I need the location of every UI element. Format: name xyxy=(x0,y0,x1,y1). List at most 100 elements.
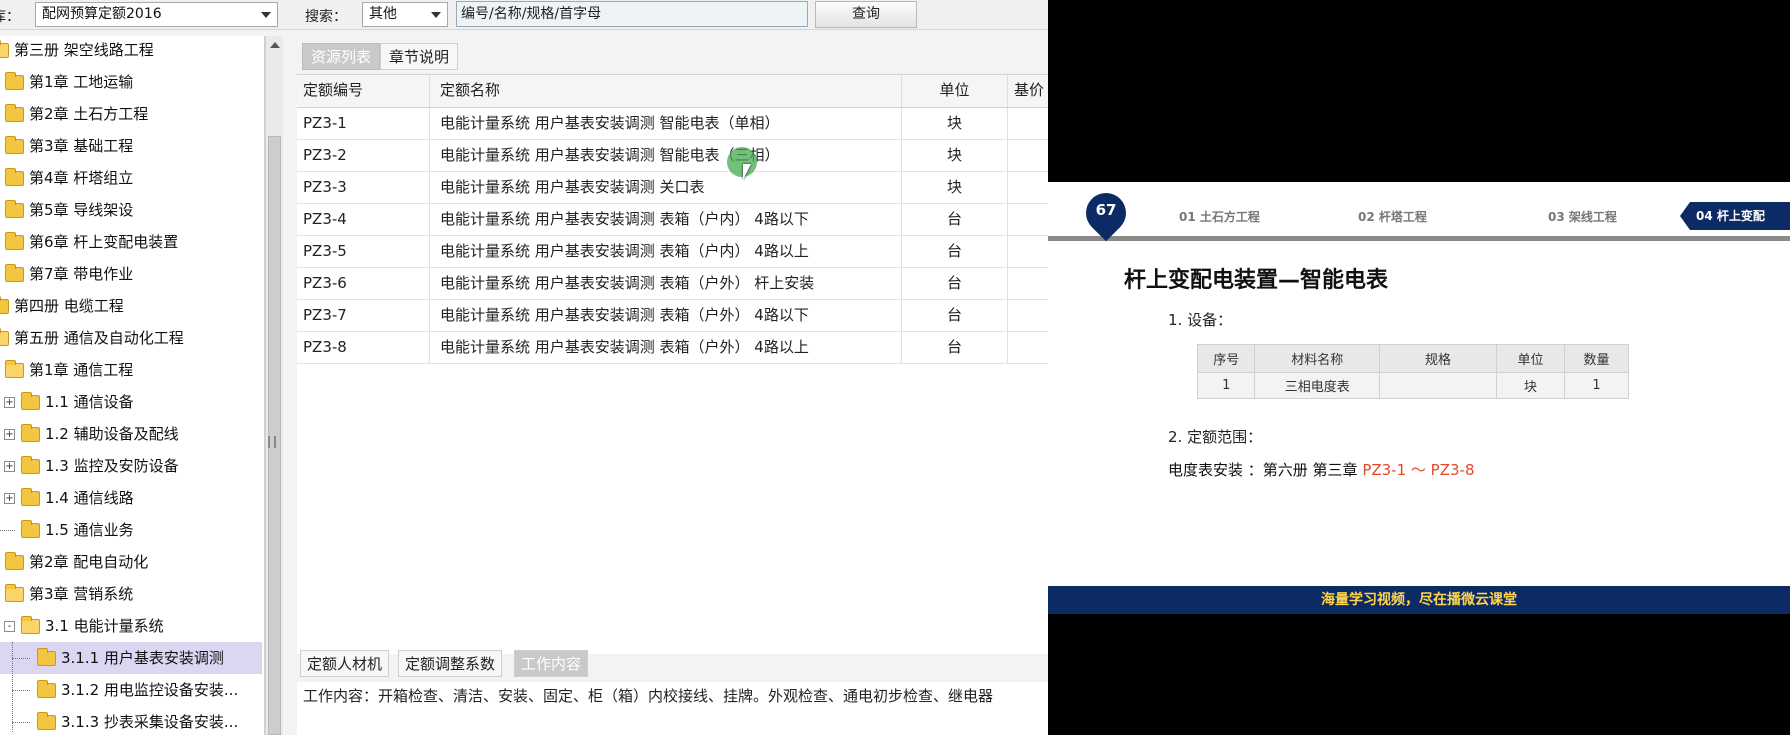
cell-price xyxy=(1008,268,1048,299)
search-input[interactable]: 编号/名称/规格/首字母 xyxy=(456,1,808,27)
tree-item[interactable]: +1.3 监控及安防设备 xyxy=(0,450,262,482)
table-row[interactable]: PZ3-6 电能计量系统 用户基表安装调测 表箱（户外） 杆上安装台 xyxy=(297,268,1048,300)
library-select-value: 配网预算定额2016 xyxy=(42,6,162,22)
budget-app-window: 库： 配网预算定额2016 搜索： 其他 编号/名称/规格/首字母 查询 第三册… xyxy=(0,0,1048,735)
tree-item[interactable]: 第四册 电缆工程 xyxy=(0,290,262,322)
col-material: 材料名称 xyxy=(1254,344,1380,373)
tab-quota-materials[interactable]: 定额人材机 xyxy=(300,650,390,677)
folder-icon xyxy=(21,520,40,538)
tree-item[interactable]: 第3章 基础工程 xyxy=(0,130,262,162)
table-row[interactable]: PZ3-1 电能计量系统 用户基表安装调测 智能电表（单相）块 xyxy=(297,108,1048,140)
cell-code: PZ3-8 xyxy=(297,332,430,363)
table-row[interactable]: PZ3-2 电能计量系统 用户基表安装调测 智能电表（三相）块 xyxy=(297,140,1048,172)
cell-unit: 台 xyxy=(902,268,1008,299)
tree-item[interactable]: 第4章 杆塔组立 xyxy=(0,162,262,194)
tab-resource-list[interactable]: 资源列表 xyxy=(302,43,381,70)
tree-item[interactable]: 第1章 通信工程 xyxy=(0,354,262,386)
cell-unit: 台 xyxy=(902,332,1008,363)
tree-item[interactable]: - 3.1 电能计量系统 xyxy=(0,610,262,642)
tree-item[interactable]: +1.2 辅助设备及配线 xyxy=(0,418,262,450)
tab-adjust-coefficients[interactable]: 定额调整系数 xyxy=(398,650,503,677)
folder-icon xyxy=(5,200,24,218)
tree-connector xyxy=(12,658,30,659)
tree-item-selected[interactable]: 3.1.1 用户基表安装调测 xyxy=(0,642,262,674)
tree-item-label: 1.3 监控及安防设备 xyxy=(45,457,179,475)
tree-item[interactable]: 第3章 营销系统 xyxy=(0,578,262,610)
table-row[interactable]: PZ3-4 电能计量系统 用户基表安装调测 表箱（户内） 4路以下台 xyxy=(297,204,1048,236)
tree-item[interactable]: 第五册 通信及自动化工程 xyxy=(0,322,262,354)
expand-icon[interactable]: + xyxy=(4,493,15,504)
cell-qty: 1 xyxy=(1564,372,1629,399)
col-unit: 单位 xyxy=(1495,344,1566,373)
tree-item[interactable]: 第三册 架空线路工程 xyxy=(0,36,262,66)
lecture-slide: 01 土石方工程 02 杆塔工程 03 架线工程 04 杆上变配 67 杆上变配… xyxy=(1048,182,1790,614)
column-header-name[interactable]: 定额名称 xyxy=(430,75,902,107)
search-type-select[interactable]: 其他 xyxy=(362,2,448,27)
table-row[interactable]: PZ3-5 电能计量系统 用户基表安装调测 表箱（户内） 4路以上台 xyxy=(297,236,1048,268)
tree-item[interactable]: 第2章 配电自动化 xyxy=(0,546,262,578)
cell-name: 电能计量系统 用户基表安装调测 表箱（户外） 4路以上 xyxy=(430,332,902,363)
splitter-handle[interactable] xyxy=(268,436,276,448)
expand-icon[interactable]: + xyxy=(4,429,15,440)
column-header-price[interactable]: 基价 xyxy=(1008,75,1048,107)
scroll-up-icon[interactable] xyxy=(270,42,280,48)
tree-scrollbar[interactable] xyxy=(265,36,283,735)
tab-work-content[interactable]: 工作内容 xyxy=(514,650,589,677)
tree-item-label: 第2章 配电自动化 xyxy=(29,553,149,571)
step-1: 01 土石方工程 xyxy=(1179,210,1260,224)
cell-code: PZ3-6 xyxy=(297,268,430,299)
folder-icon xyxy=(5,136,24,154)
collapse-icon[interactable]: - xyxy=(4,621,15,632)
tree-connector xyxy=(12,690,30,691)
cell-price xyxy=(1008,236,1048,267)
tree-item[interactable]: 1.5 通信业务 xyxy=(0,514,262,546)
tree-item[interactable]: 第2章 土石方工程 xyxy=(0,98,262,130)
expand-icon[interactable]: + xyxy=(4,397,15,408)
table-row[interactable]: PZ3-3 电能计量系统 用户基表安装调测 关口表块 xyxy=(297,172,1048,204)
table-row[interactable]: PZ3-7 电能计量系统 用户基表安装调测 表箱（户外） 4路以下台 xyxy=(297,300,1048,332)
tree-item[interactable]: +1.4 通信线路 xyxy=(0,482,262,514)
cell-code: PZ3-7 xyxy=(297,300,430,331)
search-type-value: 其他 xyxy=(369,6,397,22)
tree-item-label: 第7章 带电作业 xyxy=(29,265,134,283)
cell-price xyxy=(1008,108,1048,139)
tree-item-label: 第2章 土石方工程 xyxy=(29,105,149,123)
slide-footer-banner: 海量学习视频，尽在播微云课堂 xyxy=(1048,586,1790,614)
slide-step-nav: 01 土石方工程 02 杆塔工程 03 架线工程 04 杆上变配 xyxy=(1048,202,1790,230)
tree-item-label: 第6章 杆上变配电装置 xyxy=(29,233,179,251)
tree-item[interactable]: 3.1.2 用电监控设备安装... xyxy=(0,674,262,706)
column-header-unit[interactable]: 单位 xyxy=(902,75,1008,107)
tree-item[interactable]: 第5章 导线架设 xyxy=(0,194,262,226)
table-header-row: 定额编号 定额名称 单位 基价 xyxy=(297,75,1048,108)
step-4-label: 04 杆上变配 xyxy=(1696,209,1765,223)
tree-item[interactable]: 第1章 工地运输 xyxy=(0,66,262,98)
work-content-text: 工作内容：开箱检查、清洁、安装、固定、柜（箱）内校接线、挂牌。外观检查、通电初步… xyxy=(297,682,1048,735)
cell-material: 三相电度表 xyxy=(1254,372,1380,399)
tree-item-label: 第5章 导线架设 xyxy=(29,201,134,219)
column-header-code[interactable]: 定额编号 xyxy=(297,75,430,107)
tree-item[interactable]: +1.1 通信设备 xyxy=(0,386,262,418)
folder-open-icon xyxy=(5,584,24,602)
chevron-down-icon xyxy=(431,12,441,18)
table-row[interactable]: PZ3-8 电能计量系统 用户基表安装调测 表箱（户外） 4路以上台 xyxy=(297,332,1048,364)
cell-price xyxy=(1008,204,1048,235)
query-button[interactable]: 查询 xyxy=(815,1,917,28)
library-select[interactable]: 配网预算定额2016 xyxy=(35,2,278,27)
tree-item[interactable]: 第6章 杆上变配电装置 xyxy=(0,226,262,258)
tree-item-label: 第3章 营销系统 xyxy=(29,585,134,603)
cell-price xyxy=(1008,332,1048,363)
folder-icon xyxy=(21,456,40,474)
tree-item[interactable]: 3.1.3 抄表采集设备安装... xyxy=(0,706,262,735)
tree-item-label: 3.1.1 用户基表安装调测 xyxy=(61,649,224,667)
toolbar: 库： 配网预算定额2016 搜索： 其他 编号/名称/规格/首字母 查询 xyxy=(0,0,1048,30)
folder-icon xyxy=(0,296,9,314)
tree-item-label: 第3章 基础工程 xyxy=(29,137,134,155)
tab-chapter-notes[interactable]: 章节说明 xyxy=(380,43,459,70)
tree-item[interactable]: 第7章 带电作业 xyxy=(0,258,262,290)
equipment-table-header: 序号 材料名称 规格 单位 数量 xyxy=(1196,344,1629,373)
folder-icon xyxy=(5,168,24,186)
expand-icon[interactable]: + xyxy=(4,461,15,472)
tree-item-label: 第4章 杆塔组立 xyxy=(29,169,134,187)
cell-price xyxy=(1008,140,1048,171)
scope-prefix: 电度表安装 ：第六册 第三章 xyxy=(1168,461,1363,479)
